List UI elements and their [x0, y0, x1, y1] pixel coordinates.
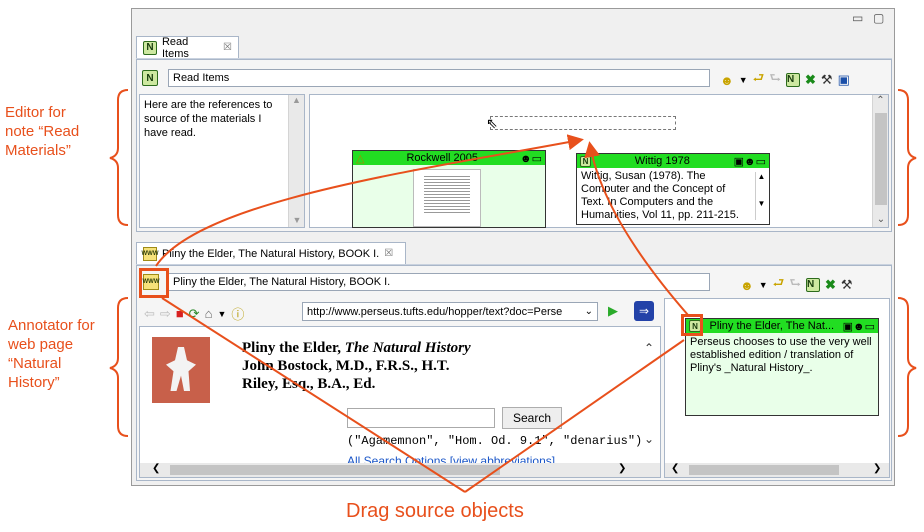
drag-source-caption: Drag source objects [346, 500, 524, 522]
left-brace-annotator [109, 297, 129, 437]
right-brace-editor [897, 89, 917, 226]
arrow-note-to-editor [584, 141, 689, 316]
arrow-web-to-editor [155, 134, 584, 267]
right-brace-annotator [897, 297, 917, 437]
drag-line-left [161, 297, 466, 493]
annotation-overlay [109, 89, 917, 493]
left-brace-editor [109, 89, 129, 226]
drag-line-right [464, 339, 685, 493]
